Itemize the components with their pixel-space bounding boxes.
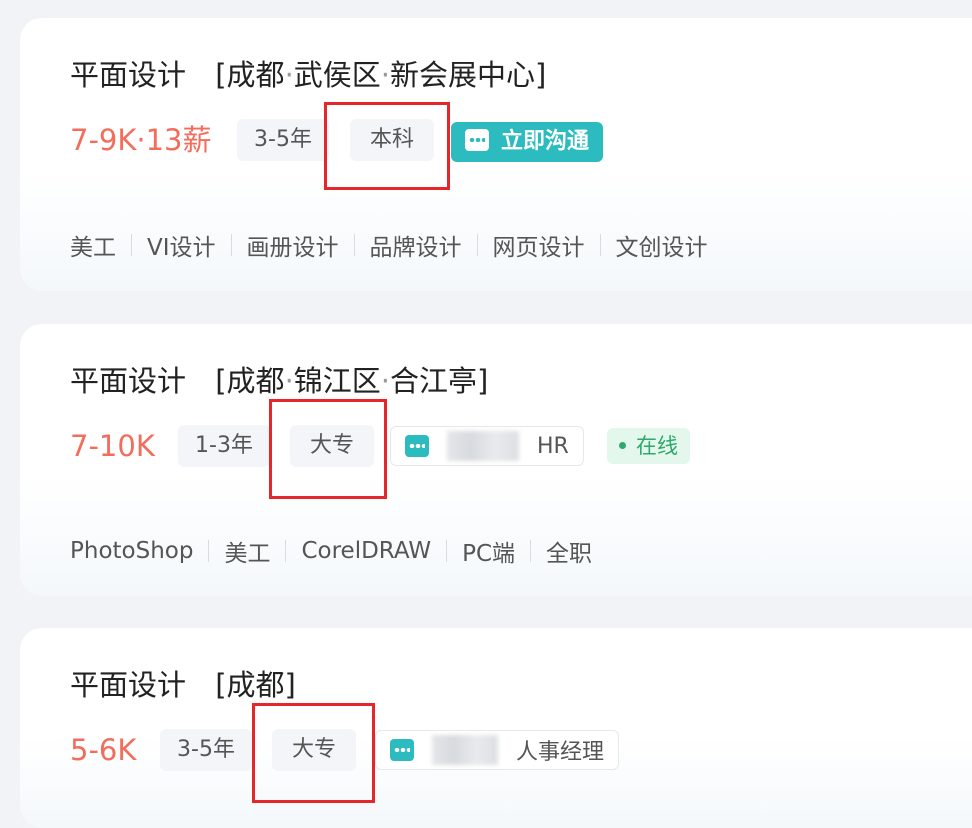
salary: 7-10K (70, 429, 155, 463)
chat-now-button[interactable]: 立即沟通 (451, 122, 604, 162)
highlight-box (269, 399, 387, 499)
location-city: [成都 (215, 364, 285, 398)
job-title-row[interactable]: 平面设计 [成都·武侯区·新会展中心] (70, 55, 546, 95)
skill-tag: 美工 (70, 235, 116, 261)
recruiter-title: HR (537, 433, 569, 459)
divider (446, 540, 448, 562)
divider (285, 540, 287, 562)
location-district: 武侯区 (293, 58, 381, 92)
highlight-box (324, 102, 450, 190)
skill-tag: 品牌设计 (369, 235, 462, 261)
divider (353, 234, 355, 256)
salary: 7-9K·13薪 (70, 123, 212, 157)
skill-tag: VI设计 (147, 235, 216, 261)
location-city: [成都] (215, 668, 296, 702)
experience-tag: 1-3年 (178, 425, 270, 467)
skill-tag: CorelDRAW (301, 538, 432, 564)
chat-now-label: 立即沟通 (501, 129, 590, 154)
divider (599, 234, 601, 256)
divider (131, 234, 132, 256)
blurred-recruiter-name (432, 735, 498, 765)
job-title[interactable]: 平面设计 (70, 58, 186, 92)
job-location: [成都] (215, 668, 296, 702)
job-location: [成都·武侯区·新会展中心] (215, 58, 547, 92)
experience-tag: 3-5年 (237, 119, 329, 161)
job-location: [成都·锦江区·合江亭] (215, 364, 489, 398)
chat-bubble-icon (405, 435, 429, 457)
job-card[interactable]: 平面设计 [成都·锦江区·合江亭] 7-10K 1-3年 大专 HR 在线 Ph… (20, 324, 972, 596)
chat-bubble-icon (390, 739, 414, 761)
job-title-row[interactable]: 平面设计 [成都·锦江区·合江亭] (70, 361, 488, 401)
online-dot-icon (619, 442, 626, 449)
skill-tag: 画册设计 (246, 235, 339, 261)
divider (208, 540, 210, 562)
job-card[interactable]: 平面设计 [成都·武侯区·新会展中心] 7-9K·13薪 3-5年 本科 立即沟… (20, 18, 972, 291)
blurred-recruiter-name (447, 431, 519, 461)
recruiter-chip[interactable]: 人事经理 (375, 730, 620, 770)
online-status-badge: 在线 (607, 428, 690, 464)
location-area: 新会展中心] (390, 58, 547, 92)
location-city: [成都 (215, 58, 285, 92)
online-status-label: 在线 (636, 434, 678, 458)
job-card[interactable]: 平面设计 [成都] 5-6K 3-5年 大专 人事经理 (20, 628, 972, 828)
skill-tag: PhotoShop (70, 538, 194, 564)
job-title[interactable]: 平面设计 (70, 364, 186, 398)
recruiter-chip[interactable]: HR (390, 426, 584, 466)
skill-tags: 美工 VI设计 画册设计 品牌设计 网页设计 文创设计 (70, 228, 708, 262)
divider (530, 540, 532, 562)
skill-tags: PhotoShop 美工 CorelDRAW PC端 全职 (70, 534, 592, 568)
recruiter-title: 人事经理 (516, 740, 605, 765)
salary: 5-6K (70, 733, 137, 767)
job-title[interactable]: 平面设计 (70, 668, 186, 702)
skill-tag: 全职 (546, 541, 593, 567)
chat-bubble-icon (465, 129, 489, 151)
skill-tag: 美工 (224, 541, 271, 567)
highlight-box (252, 703, 375, 803)
skill-tag: 文创设计 (615, 235, 708, 261)
job-title-row[interactable]: 平面设计 [成都] (70, 665, 296, 705)
divider (230, 234, 232, 256)
location-district: 锦江区 (293, 364, 381, 398)
divider (476, 234, 478, 256)
skill-tag: 网页设计 (492, 235, 585, 261)
location-area: 合江亭] (390, 364, 489, 398)
skill-tag: PC端 (462, 541, 516, 567)
experience-tag: 3-5年 (160, 729, 252, 771)
